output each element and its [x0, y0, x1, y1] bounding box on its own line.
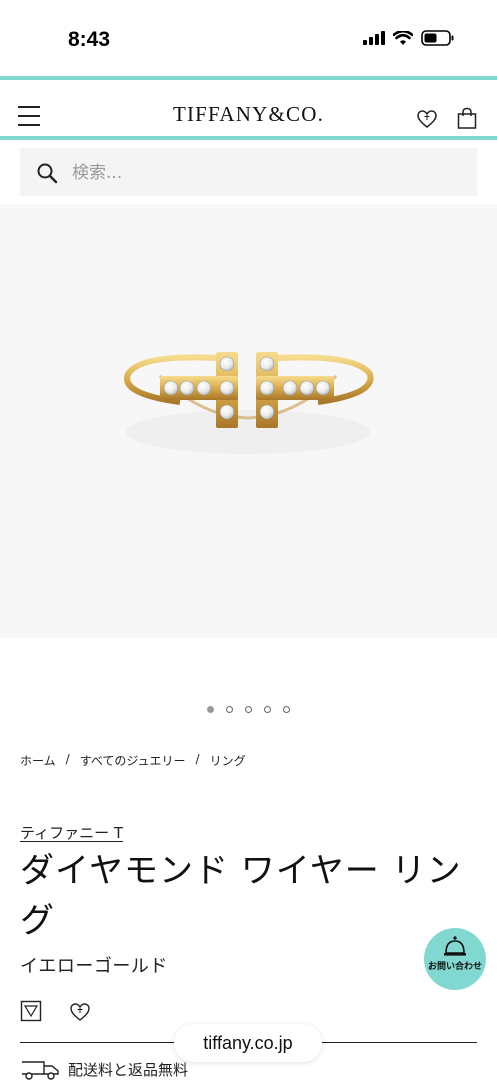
battery-icon	[421, 30, 454, 46]
shipping-label: 配送料と返品無料	[68, 1060, 189, 1079]
status-icons	[363, 30, 455, 46]
search-input[interactable]	[72, 158, 452, 188]
contact-label: お問い合わせ	[427, 962, 482, 972]
heart-icon[interactable]	[416, 108, 438, 130]
wifi-icon	[393, 30, 413, 45]
product-material: イエローゴールド	[20, 956, 168, 977]
shopping-bag-icon[interactable]	[456, 107, 478, 129]
ring-image	[124, 352, 374, 454]
carousel-dot[interactable]	[226, 706, 233, 713]
carousel-dots	[0, 706, 497, 713]
product-image[interactable]	[0, 204, 497, 638]
status-bar: 8:43	[0, 0, 497, 76]
status-time: 8:43	[68, 28, 111, 51]
breadcrumb-rings[interactable]: リング	[210, 752, 246, 769]
search-icon[interactable]	[36, 162, 58, 184]
product-title: ダイヤモンド ワイヤー リング	[20, 851, 462, 941]
carousel-dot[interactable]	[207, 706, 214, 713]
accent-line-bottom	[0, 136, 497, 140]
browser-url-bar[interactable]: tiffany.co.jp	[174, 1024, 322, 1062]
breadcrumb-separator: /	[195, 752, 200, 766]
carousel-dot[interactable]	[283, 706, 290, 713]
bell-icon	[444, 936, 466, 956]
signal-icon	[363, 31, 385, 45]
carousel-dot[interactable]	[264, 706, 271, 713]
search-bar[interactable]	[20, 148, 477, 196]
contact-button[interactable]: お問い合わせ	[424, 928, 486, 990]
breadcrumb-separator: /	[65, 752, 70, 766]
breadcrumb-home[interactable]: ホーム	[20, 752, 56, 769]
carousel-dot[interactable]	[245, 706, 252, 713]
shipping-info[interactable]: 配送料と返品無料	[20, 1058, 188, 1080]
truck-icon	[22, 1061, 59, 1080]
breadcrumb-all-jewelry[interactable]: すべてのジュエリー	[80, 752, 186, 769]
breadcrumb: ホーム / すべてのジュエリー / リング	[20, 752, 246, 769]
heart-icon[interactable]	[69, 1001, 91, 1023]
collection-link[interactable]: ティファニー T	[20, 822, 123, 843]
site-header: TIFFANY&CO.	[0, 80, 497, 136]
ring-size-icon[interactable]	[20, 1000, 42, 1022]
